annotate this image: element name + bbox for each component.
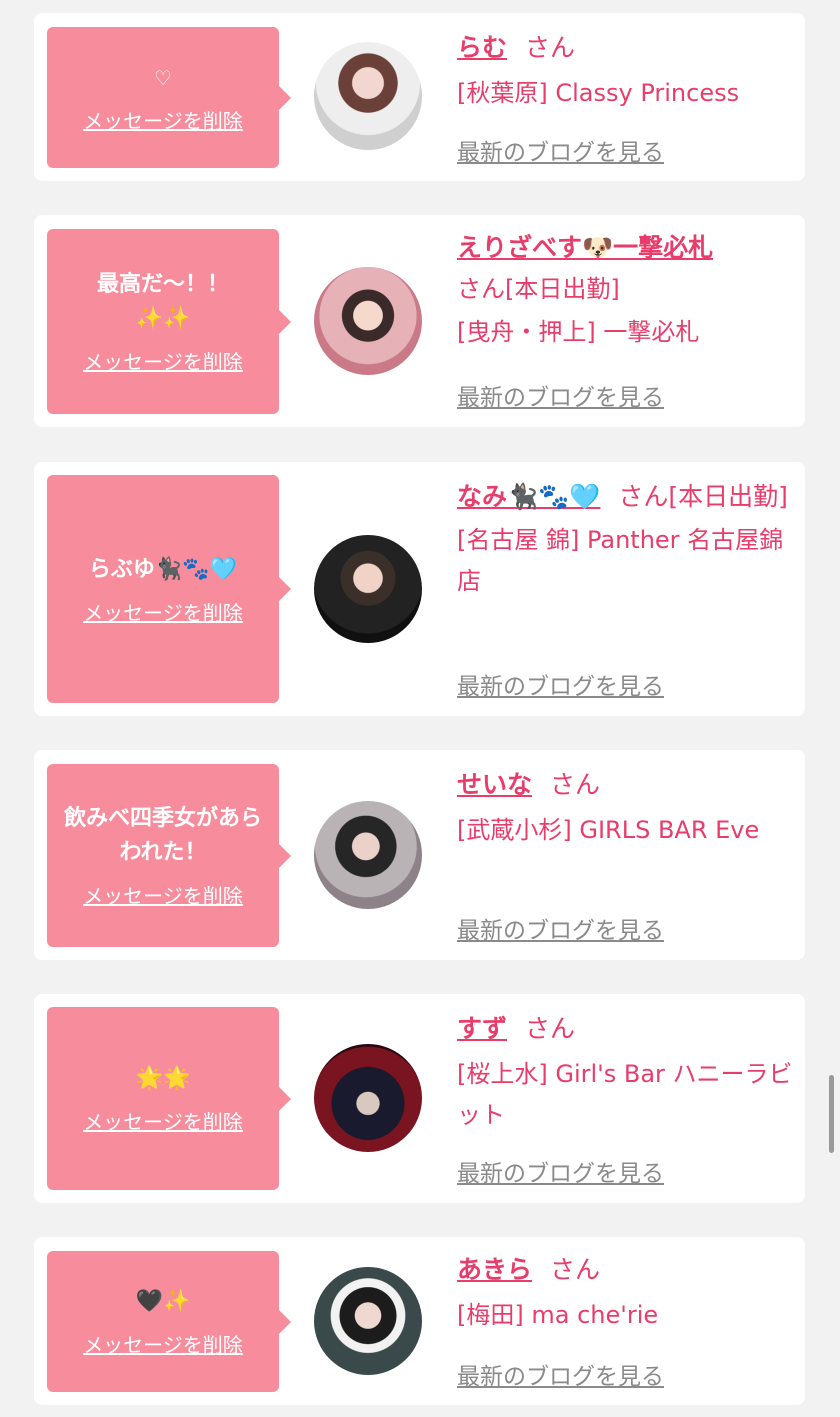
delete-message-link[interactable]: メッセージを削除 — [83, 1329, 243, 1358]
profile-info: えりざべす🐶一撃必札 さん[本日出勤] [曳舟・押上] 一撃必札 — [457, 227, 797, 353]
message-bubble: 🌟🌟 メッセージを削除 — [47, 1007, 291, 1190]
shop-label: [秋葉原] Classy Princess — [457, 79, 740, 107]
profile-info: なみ🐈‍⬛🐾🩵 さん[本日出勤] [名古屋 錦] Panther 名古屋錦店 — [457, 476, 797, 602]
name-link[interactable]: あきら — [457, 1255, 532, 1284]
delete-message-link[interactable]: メッセージを削除 — [83, 105, 243, 134]
message-text: 最高だ〜！！ ✨✨ — [96, 272, 229, 331]
latest-blog-link[interactable]: 最新のブログを見る — [457, 378, 664, 412]
name-line: せいな さん — [457, 764, 797, 806]
favorite-card: 最高だ〜！！ ✨✨ メッセージを削除 えりざべす🐶一撃必札 さん[本日出勤] [… — [34, 215, 805, 427]
favorite-card: ♡ メッセージを削除 らむ さん [秋葉原] Classy Princess 最新… — [34, 13, 805, 181]
honorific-status: さん[本日出勤] — [618, 482, 788, 511]
honorific-status: さん[本日出勤] — [457, 275, 620, 303]
shop-label: [武蔵小杉] GIRLS BAR Eve — [457, 816, 760, 844]
latest-blog-link[interactable]: 最新のブログを見る — [457, 667, 664, 701]
message-bubble: 最高だ〜！！ ✨✨ メッセージを削除 — [47, 229, 291, 414]
avatar[interactable] — [314, 1267, 422, 1375]
message-bubble: 🖤✨ メッセージを削除 — [47, 1251, 291, 1392]
delete-message-link[interactable]: メッセージを削除 — [83, 1106, 243, 1135]
avatar[interactable] — [314, 801, 422, 909]
honorific: さん — [525, 33, 576, 62]
shop-label: [曳舟・押上] 一撃必札 — [457, 318, 700, 346]
avatar[interactable] — [314, 42, 422, 150]
delete-message-link[interactable]: メッセージを削除 — [83, 597, 243, 626]
delete-message-link[interactable]: メッセージを削除 — [83, 880, 243, 909]
delete-message-link[interactable]: メッセージを削除 — [83, 346, 243, 375]
profile-info: すず さん [桜上水] Girl's Bar ハニーラビット — [457, 1008, 797, 1136]
avatar[interactable] — [314, 267, 422, 375]
favorite-card: 飲みべ四季女があらわれた！ メッセージを削除 せいな さん [武蔵小杉] GIRL… — [34, 750, 805, 960]
profile-info: らむ さん [秋葉原] Classy Princess — [457, 27, 797, 114]
latest-blog-link[interactable]: 最新のブログを見る — [457, 1357, 664, 1391]
name-line: すず さん — [457, 1008, 797, 1050]
honorific: さん — [550, 1255, 601, 1284]
name-line: えりざべす🐶一撃必札 — [457, 227, 797, 269]
profile-info: せいな さん [武蔵小杉] GIRLS BAR Eve — [457, 764, 797, 851]
message-text: らぶゆ🐈‍⬛🐾🩵 — [88, 556, 238, 582]
message-bubble: 飲みべ四季女があらわれた！ メッセージを削除 — [47, 764, 291, 947]
favorite-card: らぶゆ🐈‍⬛🐾🩵 メッセージを削除 なみ🐈‍⬛🐾🩵 さん[本日出勤] [名古屋 錦… — [34, 462, 805, 716]
honorific: さん — [525, 1014, 576, 1043]
shop-label: [名古屋 錦] Panther 名古屋錦店 — [457, 526, 784, 595]
name-link[interactable]: すず — [457, 1014, 507, 1043]
shop-label: [桜上水] Girl's Bar ハニーラビット — [457, 1060, 793, 1129]
honorific: さん — [550, 770, 601, 799]
latest-blog-link[interactable]: 最新のブログを見る — [457, 133, 664, 167]
message-text: 🌟🌟 — [135, 1066, 191, 1091]
message-text: ♡ — [154, 66, 172, 90]
message-text: 🖤✨ — [135, 1289, 191, 1314]
avatar[interactable] — [314, 535, 422, 643]
shop-label: [梅田] ma che'rie — [457, 1301, 659, 1329]
message-text: 飲みべ四季女があらわれた！ — [63, 806, 262, 865]
favorite-card: 🖤✨ メッセージを削除 あきら さん [梅田] ma che'rie 最新のブログ… — [34, 1237, 805, 1405]
message-bubble: らぶゆ🐈‍⬛🐾🩵 メッセージを削除 — [47, 475, 291, 703]
name-link[interactable]: らむ — [457, 33, 507, 62]
name-line: なみ🐈‍⬛🐾🩵 さん[本日出勤] — [457, 476, 797, 518]
latest-blog-link[interactable]: 最新のブログを見る — [457, 1154, 664, 1188]
name-link[interactable]: えりざべす🐶一撃必札 — [457, 233, 713, 262]
avatar[interactable] — [314, 1044, 422, 1152]
scrollbar-thumb[interactable] — [829, 1075, 834, 1153]
name-link[interactable]: せいな — [457, 770, 532, 799]
message-bubble: ♡ メッセージを削除 — [47, 27, 291, 168]
latest-blog-link[interactable]: 最新のブログを見る — [457, 911, 664, 945]
profile-info: あきら さん [梅田] ma che'rie — [457, 1249, 797, 1336]
name-line: らむ さん — [457, 27, 797, 69]
favorite-card: 🌟🌟 メッセージを削除 すず さん [桜上水] Girl's Bar ハニーラビッ… — [34, 994, 805, 1203]
name-line: あきら さん — [457, 1249, 797, 1291]
name-link[interactable]: なみ🐈‍⬛🐾🩵 — [457, 482, 600, 511]
